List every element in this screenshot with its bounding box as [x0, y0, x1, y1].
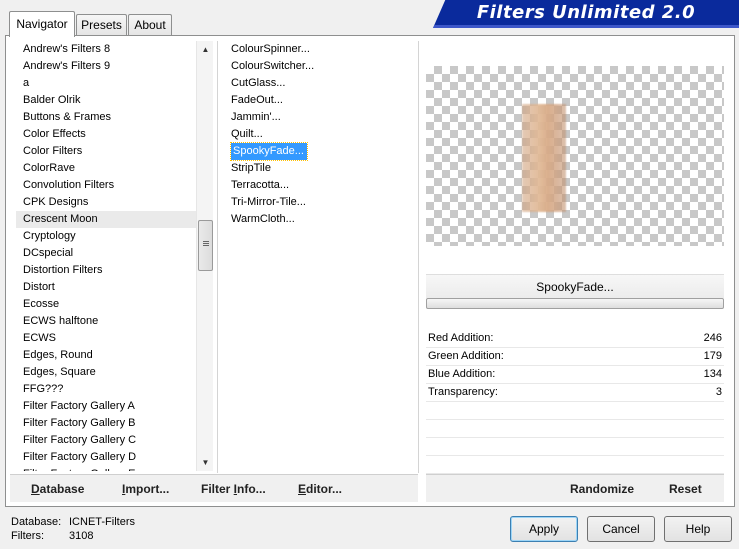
- param-row-empty: [426, 402, 724, 420]
- database-label: Database:: [11, 516, 62, 528]
- reset-button[interactable]: Reset: [669, 482, 702, 496]
- param-row-empty: [426, 420, 724, 438]
- filter-item[interactable]: ColourSpinner...: [226, 41, 416, 58]
- database-button[interactable]: Database: [31, 482, 84, 496]
- filter-item[interactable]: CutGlass...: [226, 75, 416, 92]
- param-value: 179: [703, 350, 722, 362]
- category-item[interactable]: Distort: [16, 279, 196, 296]
- filter-list[interactable]: ColourSpinner... ColourSwitcher... CutGlas…: [226, 41, 416, 228]
- category-item[interactable]: Filter Factory Gallery E: [16, 466, 196, 471]
- parameter-list: Red Addition: 246 Green Addition: 179 Blue A…: [426, 330, 724, 474]
- category-item[interactable]: ECWS halftone: [16, 313, 196, 330]
- editor-button[interactable]: Editor...: [298, 482, 342, 496]
- param-row-empty: [426, 456, 724, 474]
- category-item[interactable]: Andrew's Filters 9: [16, 58, 196, 75]
- category-item[interactable]: Crescent Moon: [16, 211, 196, 228]
- param-value: 134: [703, 368, 722, 380]
- filter-item[interactable]: FadeOut...: [226, 92, 416, 109]
- param-label: Green Addition:: [428, 350, 504, 362]
- filter-item-label: Tri-Mirror-Tile...: [231, 196, 306, 208]
- randomize-button[interactable]: Randomize: [570, 482, 634, 496]
- param-value: 3: [715, 386, 722, 398]
- banner-title: Filters Unlimited 2.0: [476, 2, 696, 23]
- help-button[interactable]: Help: [664, 516, 732, 542]
- category-item[interactable]: Filter Factory Gallery B: [16, 415, 196, 432]
- filter-item[interactable]: Tri-Mirror-Tile...: [226, 194, 416, 211]
- filter-item[interactable]: WarmCloth...: [226, 211, 416, 228]
- category-item[interactable]: Convolution Filters: [16, 177, 196, 194]
- category-item[interactable]: Filter Factory Gallery C: [16, 432, 196, 449]
- param-label: Blue Addition:: [428, 368, 496, 380]
- category-item[interactable]: Distortion Filters: [16, 262, 196, 279]
- param-row[interactable]: Transparency: 3: [426, 384, 724, 402]
- filter-item-label: WarmCloth...: [231, 213, 295, 225]
- tab-presets[interactable]: Presets: [76, 14, 127, 36]
- category-item[interactable]: FFG???: [16, 381, 196, 398]
- param-row-empty: [426, 438, 724, 456]
- param-value: 246: [703, 332, 722, 344]
- filter-item[interactable]: StripTile: [226, 160, 416, 177]
- category-item[interactable]: Cryptology: [16, 228, 196, 245]
- bottom-toolbar: Database Import... Filter Info... Editor…: [10, 474, 418, 502]
- apply-button[interactable]: Apply: [510, 516, 578, 542]
- category-item[interactable]: ColorRave: [16, 160, 196, 177]
- progress-bar: [426, 298, 724, 309]
- category-item[interactable]: Filter Factory Gallery A: [16, 398, 196, 415]
- category-item[interactable]: CPK Designs: [16, 194, 196, 211]
- tab-navigator[interactable]: Navigator: [9, 11, 75, 37]
- filter-item[interactable]: Terracotta...: [226, 177, 416, 194]
- filter-item-label: Quilt...: [231, 128, 263, 140]
- tab-about[interactable]: About: [128, 14, 172, 36]
- title-banner: Filters Unlimited 2.0: [433, 0, 739, 28]
- category-scrollbar[interactable]: ▲ ▼: [196, 41, 213, 471]
- filter-item-label: Terracotta...: [231, 179, 290, 191]
- cancel-button[interactable]: Cancel: [587, 516, 655, 542]
- category-item[interactable]: Edges, Round: [16, 347, 196, 364]
- divider: [418, 41, 419, 473]
- filter-item[interactable]: Quilt...: [226, 126, 416, 143]
- category-item[interactable]: Andrew's Filters 8: [16, 41, 196, 58]
- current-filter-name: SpookyFade...: [426, 274, 724, 298]
- category-item[interactable]: Ecosse: [16, 296, 196, 313]
- param-row[interactable]: Blue Addition: 134: [426, 366, 724, 384]
- scroll-thumb[interactable]: [198, 220, 213, 271]
- filter-item-label: ColourSpinner...: [231, 43, 310, 55]
- grip-icon: [203, 241, 209, 242]
- filter-item-label: FadeOut...: [231, 94, 283, 106]
- filter-item-label: ColourSwitcher...: [231, 60, 315, 72]
- category-item[interactable]: Edges, Square: [16, 364, 196, 381]
- category-item[interactable]: Color Effects: [16, 126, 196, 143]
- category-list[interactable]: Andrew's Filters 8 Andrew's Filters 9 a Bal…: [16, 41, 196, 471]
- category-item[interactable]: Filter Factory Gallery D: [16, 449, 196, 466]
- filters-label: Filters:: [11, 530, 44, 542]
- bottom-toolbar-right: Randomize Reset: [426, 474, 724, 502]
- scroll-up-icon[interactable]: ▲: [197, 41, 214, 58]
- param-row[interactable]: Red Addition: 246: [426, 330, 724, 348]
- filter-item-label: CutGlass...: [231, 77, 286, 89]
- scroll-down-icon[interactable]: ▼: [197, 454, 214, 471]
- category-item[interactable]: Balder Olrik: [16, 92, 196, 109]
- filter-item[interactable]: SpookyFade...: [226, 142, 416, 161]
- param-row[interactable]: Green Addition: 179: [426, 348, 724, 366]
- filter-info-button[interactable]: Filter Info...: [201, 482, 266, 496]
- param-label: Transparency:: [428, 386, 498, 398]
- filter-item[interactable]: ColourSwitcher...: [226, 58, 416, 75]
- category-item[interactable]: a: [16, 75, 196, 92]
- filter-item-label: StripTile: [231, 162, 271, 174]
- category-item[interactable]: ECWS: [16, 330, 196, 347]
- category-item[interactable]: Color Filters: [16, 143, 196, 160]
- filter-item[interactable]: Jammin'...: [226, 109, 416, 126]
- preview-canvas[interactable]: [426, 66, 724, 246]
- filter-item-label: Jammin'...: [231, 111, 281, 123]
- category-item[interactable]: DCspecial: [16, 245, 196, 262]
- preview-image: [522, 104, 566, 212]
- param-label: Red Addition:: [428, 332, 494, 344]
- divider: [217, 41, 218, 473]
- import-button[interactable]: Import...: [122, 482, 169, 496]
- database-value: ICNET-Filters: [69, 516, 135, 528]
- category-item[interactable]: Buttons & Frames: [16, 109, 196, 126]
- filters-value: 3108: [69, 530, 94, 542]
- filter-item-label: SpookyFade...: [230, 142, 308, 161]
